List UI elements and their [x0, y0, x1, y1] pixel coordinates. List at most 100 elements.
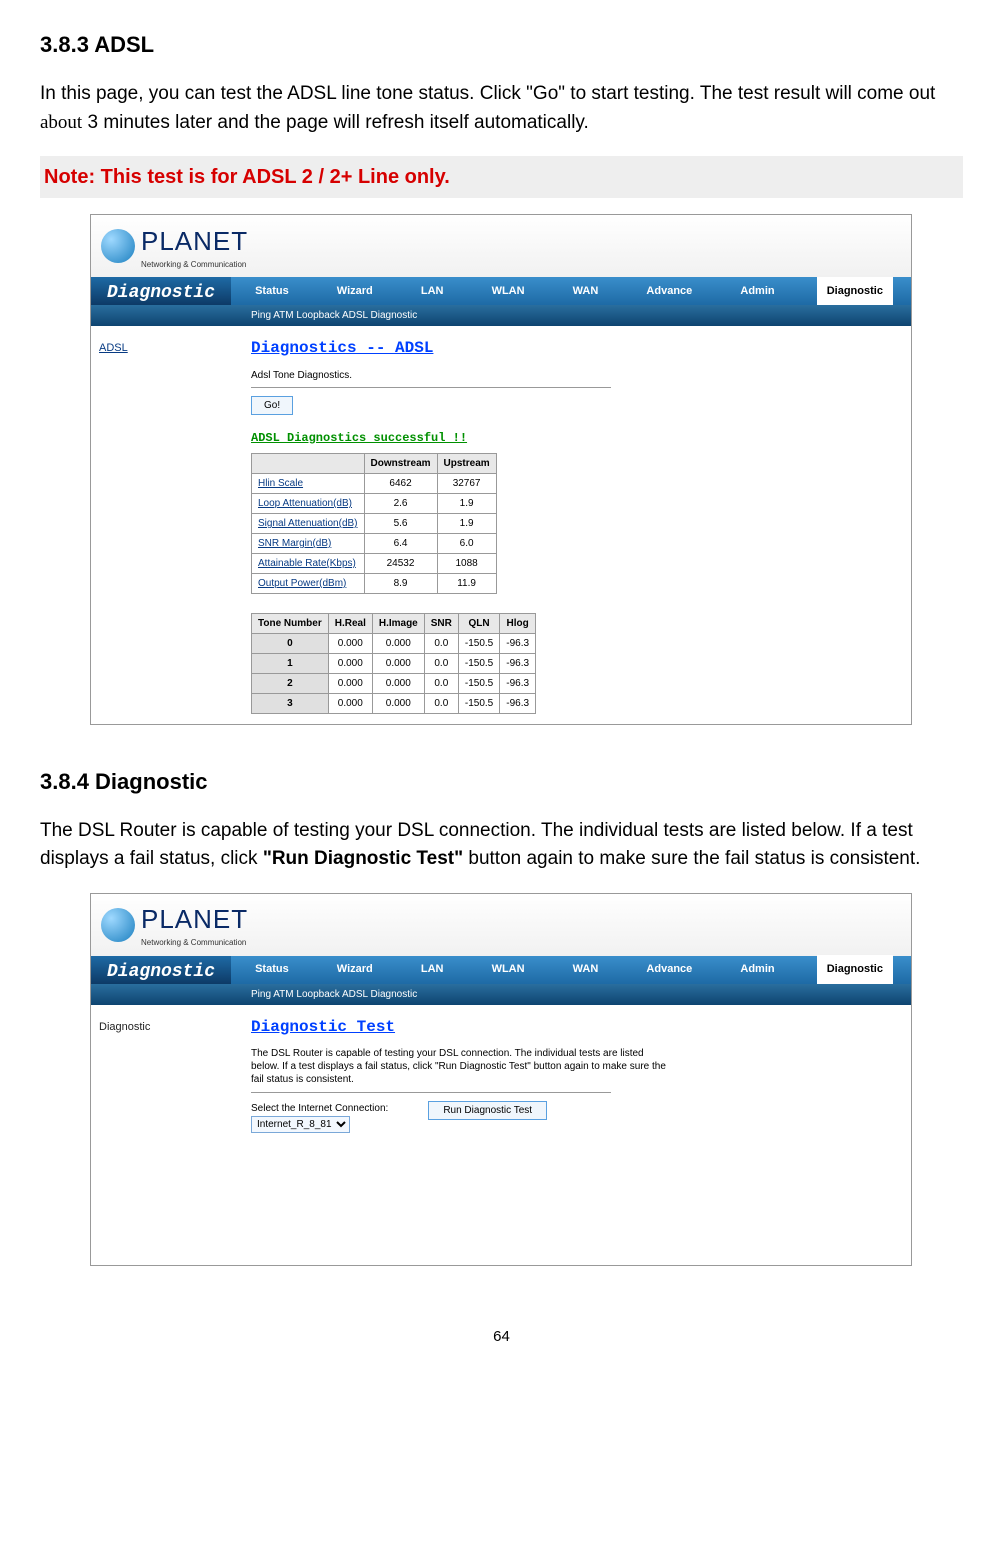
content-title: Diagnostics -- ADSL	[251, 336, 897, 360]
cell: -150.5	[458, 653, 499, 673]
cell: 8.9	[364, 574, 437, 594]
cell: 0.000	[328, 693, 372, 713]
cell: 0.000	[372, 673, 424, 693]
nav-wlan[interactable]: WLAN	[486, 961, 531, 978]
cell: -96.3	[500, 633, 536, 653]
cell: -96.3	[500, 653, 536, 673]
nav-advance[interactable]: Advance	[640, 283, 698, 300]
heading-diagnostic: 3.8.4 Diagnostic	[40, 765, 963, 798]
nav-wizard[interactable]: Wizard	[331, 283, 379, 300]
nav-wlan[interactable]: WLAN	[486, 283, 531, 300]
logo-text: PLANET	[141, 222, 248, 261]
cell: 32767	[437, 474, 496, 494]
tone-head: Tone Number	[252, 613, 329, 633]
cell: 0.0	[424, 673, 458, 693]
cell: 0.000	[328, 633, 372, 653]
para2-b: button again to make sure the fail statu…	[463, 848, 920, 869]
select-label: Select the Internet Connection:	[251, 1101, 388, 1116]
logo-row: PLANET Networking & Communication	[91, 215, 911, 277]
cell: 6462	[364, 474, 437, 494]
tone-head: Hlog	[500, 613, 536, 633]
row-label: Attainable Rate(Kbps)	[252, 554, 365, 574]
para-adsl: In this page, you can test the ADSL line…	[40, 80, 963, 137]
nav-admin[interactable]: Admin	[734, 283, 780, 300]
left-link-adsl[interactable]: ADSL	[99, 342, 128, 354]
cell: 0.000	[328, 653, 372, 673]
table-row: Output Power(dBm)8.911.9	[252, 574, 497, 594]
para-a: In this page, you can test the ADSL line…	[40, 83, 935, 104]
cell: 0.0	[424, 653, 458, 673]
cell: 0.000	[372, 653, 424, 673]
note-text: Note: This test is for ADSL 2 / 2+ Line …	[40, 156, 963, 198]
cell: 24532	[364, 554, 437, 574]
cell: 6.4	[364, 534, 437, 554]
page-number: 64	[40, 1326, 963, 1349]
cell: 0.000	[328, 673, 372, 693]
cell: 0.0	[424, 693, 458, 713]
nav-status[interactable]: Status	[249, 283, 295, 300]
col-downstream: Downstream	[364, 454, 437, 474]
cell: 0.0	[424, 633, 458, 653]
connection-select[interactable]: Internet_R_8_81	[251, 1116, 350, 1133]
nav-lan[interactable]: LAN	[415, 283, 450, 300]
cell: -150.5	[458, 673, 499, 693]
content-area: Diagnostic Test The DSL Router is capabl…	[237, 1005, 911, 1265]
title-bar: Diagnostic Status Wizard LAN WLAN WAN Ad…	[91, 956, 911, 984]
nav-diagnostic[interactable]: Diagnostic	[817, 277, 893, 306]
main-nav: Status Wizard LAN WLAN WAN Advance Admin…	[231, 956, 911, 984]
row-label: Output Power(dBm)	[252, 574, 365, 594]
subnav: Ping ATM Loopback ADSL Diagnostic	[91, 984, 911, 1005]
subnav: Ping ATM Loopback ADSL Diagnostic	[91, 305, 911, 326]
cell: 11.9	[437, 574, 496, 594]
nav-wan[interactable]: WAN	[567, 283, 605, 300]
col-blank	[252, 454, 365, 474]
row-label: Signal Attenuation(dB)	[252, 514, 365, 534]
run-diagnostic-button[interactable]: Run Diagnostic Test	[428, 1101, 547, 1120]
left-column: ADSL	[91, 326, 237, 724]
logo-sub: Networking & Communication	[141, 259, 248, 271]
nav-status[interactable]: Status	[249, 961, 295, 978]
table-row: 20.0000.0000.0-150.5-96.3	[252, 673, 536, 693]
planet-logo-icon	[101, 229, 135, 263]
nav-lan[interactable]: LAN	[415, 961, 450, 978]
subtext: Adsl Tone Diagnostics.	[251, 368, 897, 383]
cell: -96.3	[500, 673, 536, 693]
para-diagnostic: The DSL Router is capable of testing you…	[40, 817, 963, 874]
content-area: Diagnostics -- ADSL Adsl Tone Diagnostic…	[237, 326, 911, 724]
success-msg: ADSL Diagnostics successful !!	[251, 429, 897, 447]
planet-logo-icon	[101, 908, 135, 942]
left-column: Diagnostic	[91, 1005, 237, 1265]
result-table: Downstream Upstream Hlin Scale646232767 …	[251, 453, 497, 594]
cell: -96.3	[500, 693, 536, 713]
nav-advance[interactable]: Advance	[640, 961, 698, 978]
table-row: Signal Attenuation(dB)5.61.9	[252, 514, 497, 534]
cell: 0.000	[372, 633, 424, 653]
separator	[251, 387, 611, 388]
cell: 6.0	[437, 534, 496, 554]
row-label: SNR Margin(dB)	[252, 534, 365, 554]
screenshot-diagnostic: PLANET Networking & Communication Diagno…	[90, 893, 912, 1266]
content-title: Diagnostic Test	[251, 1015, 897, 1039]
separator	[251, 1092, 611, 1093]
go-button[interactable]: Go!	[251, 396, 293, 415]
tone-head: SNR	[424, 613, 458, 633]
nav-wizard[interactable]: Wizard	[331, 961, 379, 978]
main-nav: Status Wizard LAN WLAN WAN Advance Admin…	[231, 277, 911, 305]
logo-row: PLANET Networking & Communication	[91, 894, 911, 956]
left-link-diagnostic[interactable]: Diagnostic	[99, 1021, 150, 1033]
table-row: Attainable Rate(Kbps)245321088	[252, 554, 497, 574]
table-row: Loop Attenuation(dB)2.61.9	[252, 494, 497, 514]
cell: 0.000	[372, 693, 424, 713]
para-b: 3 minutes later and the page will refres…	[82, 112, 589, 133]
col-upstream: Upstream	[437, 454, 496, 474]
title-bar: Diagnostic Status Wizard LAN WLAN WAN Ad…	[91, 277, 911, 305]
cell: 0	[252, 633, 329, 653]
nav-diagnostic[interactable]: Diagnostic	[817, 955, 893, 984]
nav-wan[interactable]: WAN	[567, 961, 605, 978]
logo-text: PLANET	[141, 900, 248, 939]
heading-adsl: 3.8.3 ADSL	[40, 28, 963, 61]
nav-admin[interactable]: Admin	[734, 961, 780, 978]
cell: 1.9	[437, 514, 496, 534]
table-row: 10.0000.0000.0-150.5-96.3	[252, 653, 536, 673]
cell: 3	[252, 693, 329, 713]
